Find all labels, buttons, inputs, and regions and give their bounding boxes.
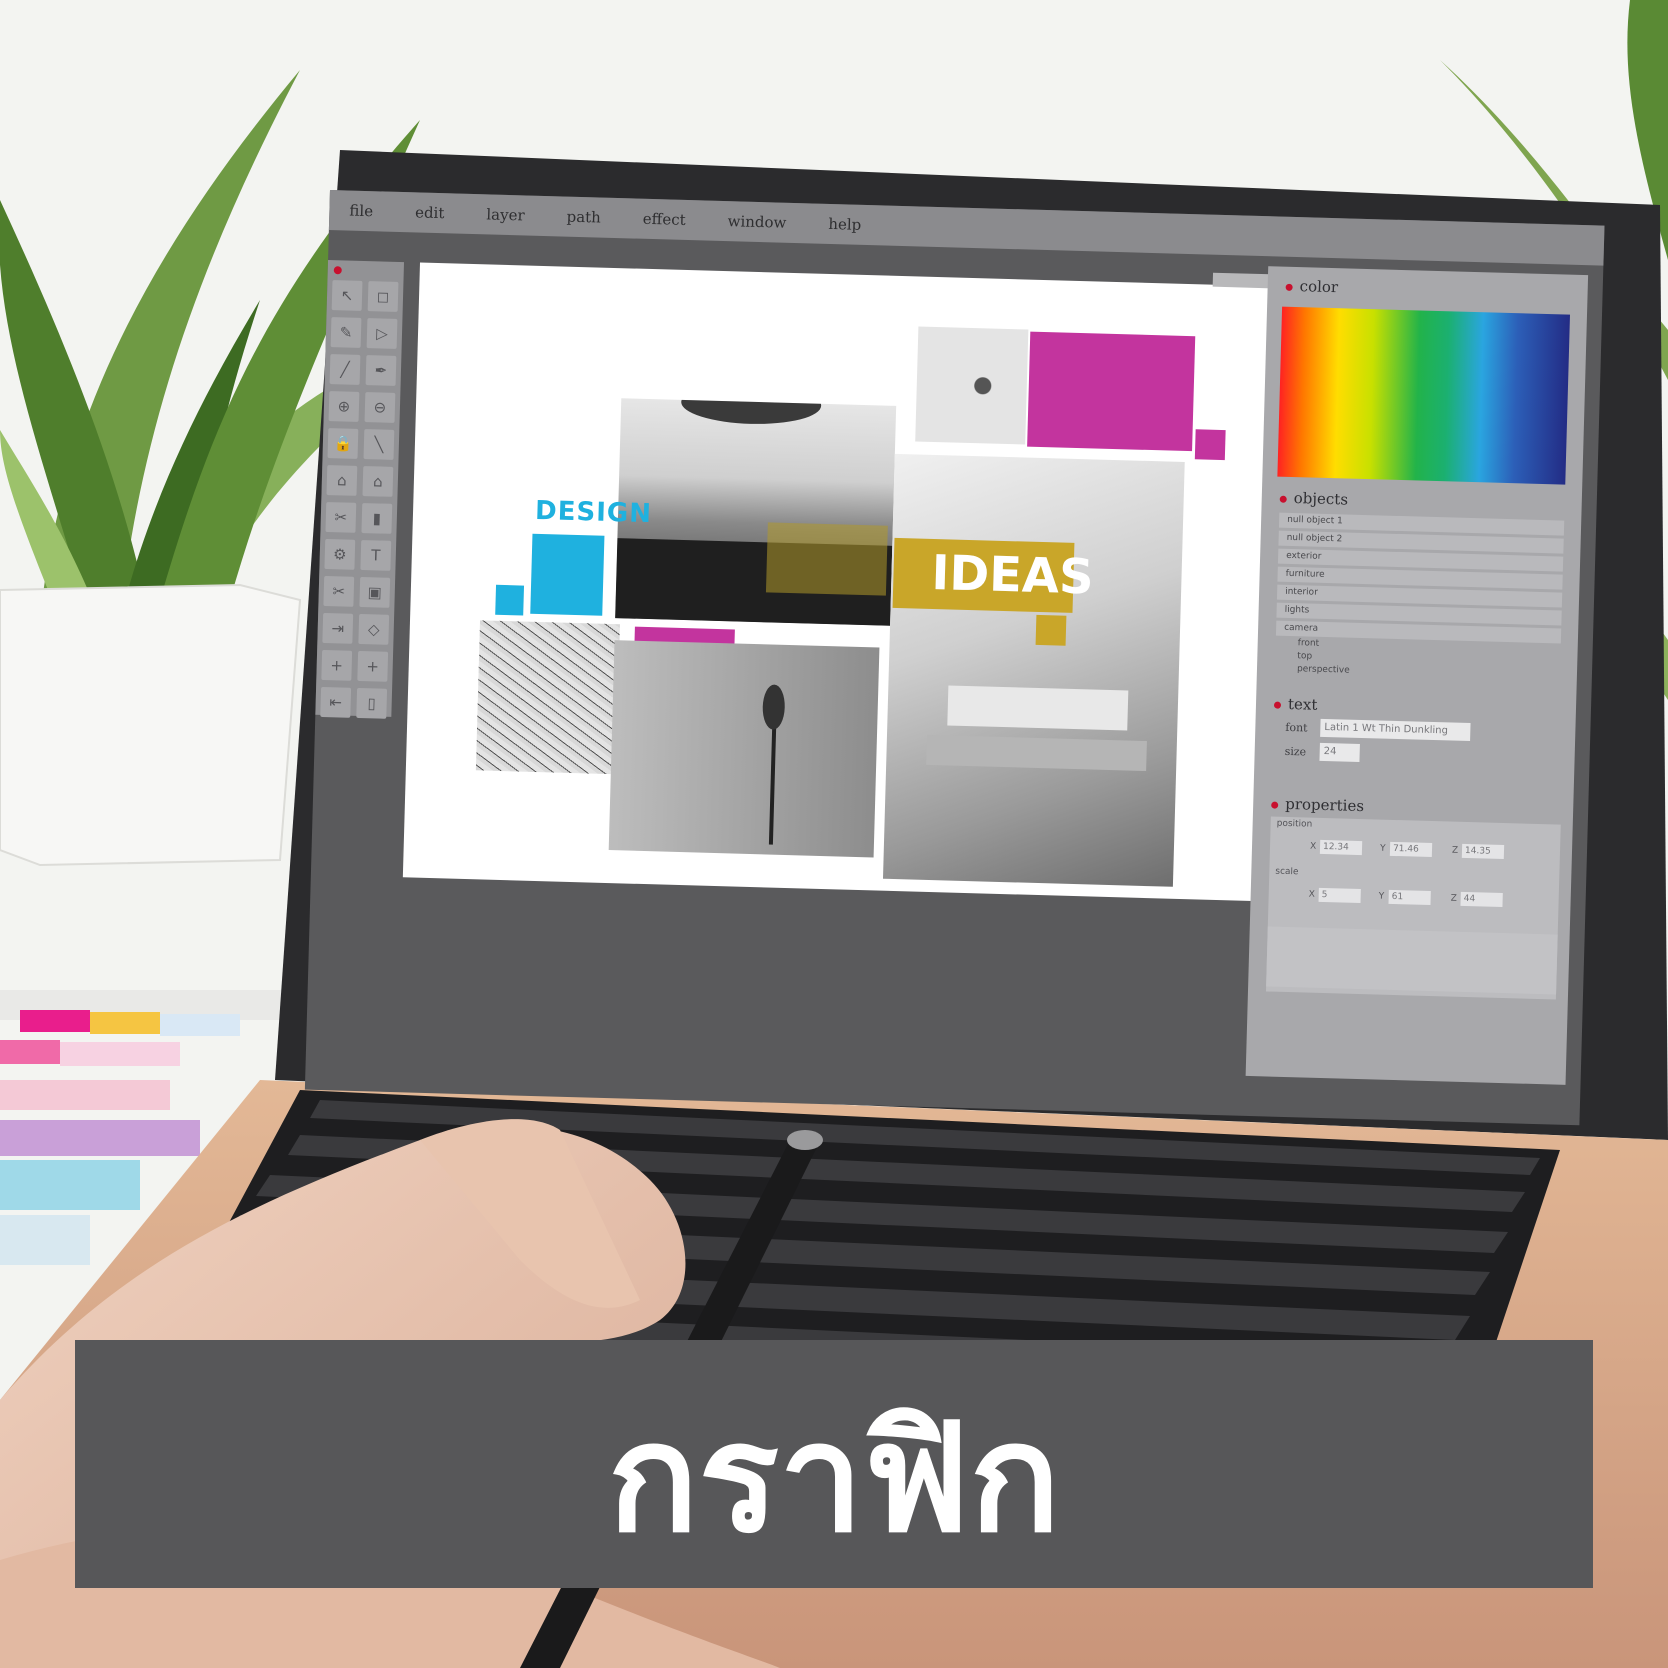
position-x-label: X [1309, 841, 1317, 852]
artboard[interactable]: DESIGN IDEAS [402, 262, 1270, 902]
scale-y-label: Y [1378, 891, 1385, 902]
plant-pot [0, 583, 302, 867]
color-heading: color [1285, 277, 1338, 296]
text-icon[interactable]: T [360, 540, 392, 571]
objects-heading: objects [1280, 489, 1349, 509]
size-label: size [1284, 744, 1307, 759]
home-icon[interactable]: ⌂ [326, 465, 358, 496]
toolbox-handle-icon[interactable] [333, 266, 342, 275]
scale-x-field[interactable]: 5 [1318, 887, 1361, 904]
font-field[interactable]: Latin 1 Wt Thin Dunkling [1320, 718, 1471, 742]
magenta-block-top [1027, 331, 1196, 452]
menu-file[interactable]: file [349, 202, 373, 221]
position-z-label: Z [1451, 845, 1459, 856]
photo-mountain [615, 398, 897, 626]
scale-z-field[interactable]: 44 [1460, 891, 1503, 908]
position-y-label: Y [1379, 843, 1386, 854]
size-field[interactable]: 24 [1319, 742, 1360, 762]
position-x-field[interactable]: 12.34 [1319, 839, 1363, 856]
magenta-block-top-small [1194, 429, 1226, 461]
rotate-icon[interactable]: ◇ [358, 613, 390, 645]
design-app-window: file edit layer path effect window help … [304, 190, 1605, 1126]
menu-edit[interactable]: edit [415, 203, 445, 222]
export-icon[interactable]: ⇥ [322, 612, 354, 644]
cut-icon[interactable]: ✂ [323, 575, 355, 607]
menu-effect[interactable]: effect [643, 210, 686, 229]
arrow-icon[interactable]: ↖ [331, 280, 363, 311]
ideas-word: IDEAS [930, 544, 1095, 606]
text-heading: text [1274, 695, 1318, 714]
caption-banner: กราฟิก [75, 1340, 1593, 1588]
menu-window[interactable]: window [727, 212, 786, 232]
color-spectrum-picker[interactable] [1277, 306, 1571, 485]
cyan-block-large [530, 533, 605, 616]
position-y-field[interactable]: 71.46 [1389, 841, 1433, 858]
pencil-icon[interactable]: ✎ [330, 317, 362, 348]
gear-icon[interactable]: ⚙ [324, 539, 356, 570]
scale-x-label: X [1308, 889, 1316, 900]
zoom-in-icon[interactable]: ⊕ [328, 391, 360, 422]
properties-heading: properties [1271, 795, 1364, 815]
gold-block-small [1035, 614, 1067, 646]
lock-icon[interactable]: 🔒 [327, 428, 359, 459]
scale-label: scale [1275, 866, 1299, 878]
photo-branches [475, 620, 620, 775]
caption-title: กราฟิก [607, 1392, 1061, 1566]
properties-empty-box [1266, 926, 1558, 995]
menu-path[interactable]: path [566, 208, 601, 227]
scale-z-label: Z [1450, 893, 1457, 904]
stylus-tip [787, 1130, 823, 1150]
pen-icon[interactable]: ✒ [365, 355, 397, 386]
shape-icon[interactable]: ▷ [366, 318, 398, 349]
scale-y-field[interactable]: 61 [1388, 889, 1431, 906]
house-icon[interactable]: ⌂ [362, 466, 394, 497]
line-icon[interactable]: ╲ [363, 429, 395, 460]
select-icon[interactable]: ◻ [367, 281, 399, 312]
save-icon[interactable]: ▣ [359, 576, 391, 608]
toolbox: ↖ ◻ ✎ ▷ ╱ ✒ ⊕ ⊖ 🔒 ╲ ⌂ ⌂ ✂ ▮ ⚙ T ✂ ▣ ⇥ ◇ + + ⇤ ▯ [315, 259, 405, 719]
scissors-icon[interactable]: ✂ [325, 502, 357, 533]
properties-panel: color objects null object 1 null object … [1245, 266, 1589, 1085]
import-icon[interactable]: ⇤ [320, 686, 352, 718]
brush-icon[interactable]: ╱ [329, 354, 361, 385]
zoom-out-icon[interactable]: ⊖ [364, 392, 396, 423]
photo-palm [608, 640, 880, 858]
plus-alt-icon[interactable]: + [357, 650, 389, 682]
photo-flowers [915, 326, 1029, 445]
photo-interior [882, 453, 1185, 887]
position-label: position [1276, 818, 1313, 830]
font-label: font [1285, 720, 1308, 735]
menu-layer[interactable]: layer [486, 205, 525, 224]
menu-help[interactable]: help [828, 215, 861, 234]
delete-icon[interactable]: ▯ [356, 687, 388, 719]
cyan-block-small [495, 584, 525, 616]
plus-icon[interactable]: + [321, 649, 353, 681]
position-z-field[interactable]: 14.35 [1461, 843, 1505, 860]
design-word: DESIGN [534, 495, 653, 530]
trash-icon[interactable]: ▮ [361, 503, 393, 534]
